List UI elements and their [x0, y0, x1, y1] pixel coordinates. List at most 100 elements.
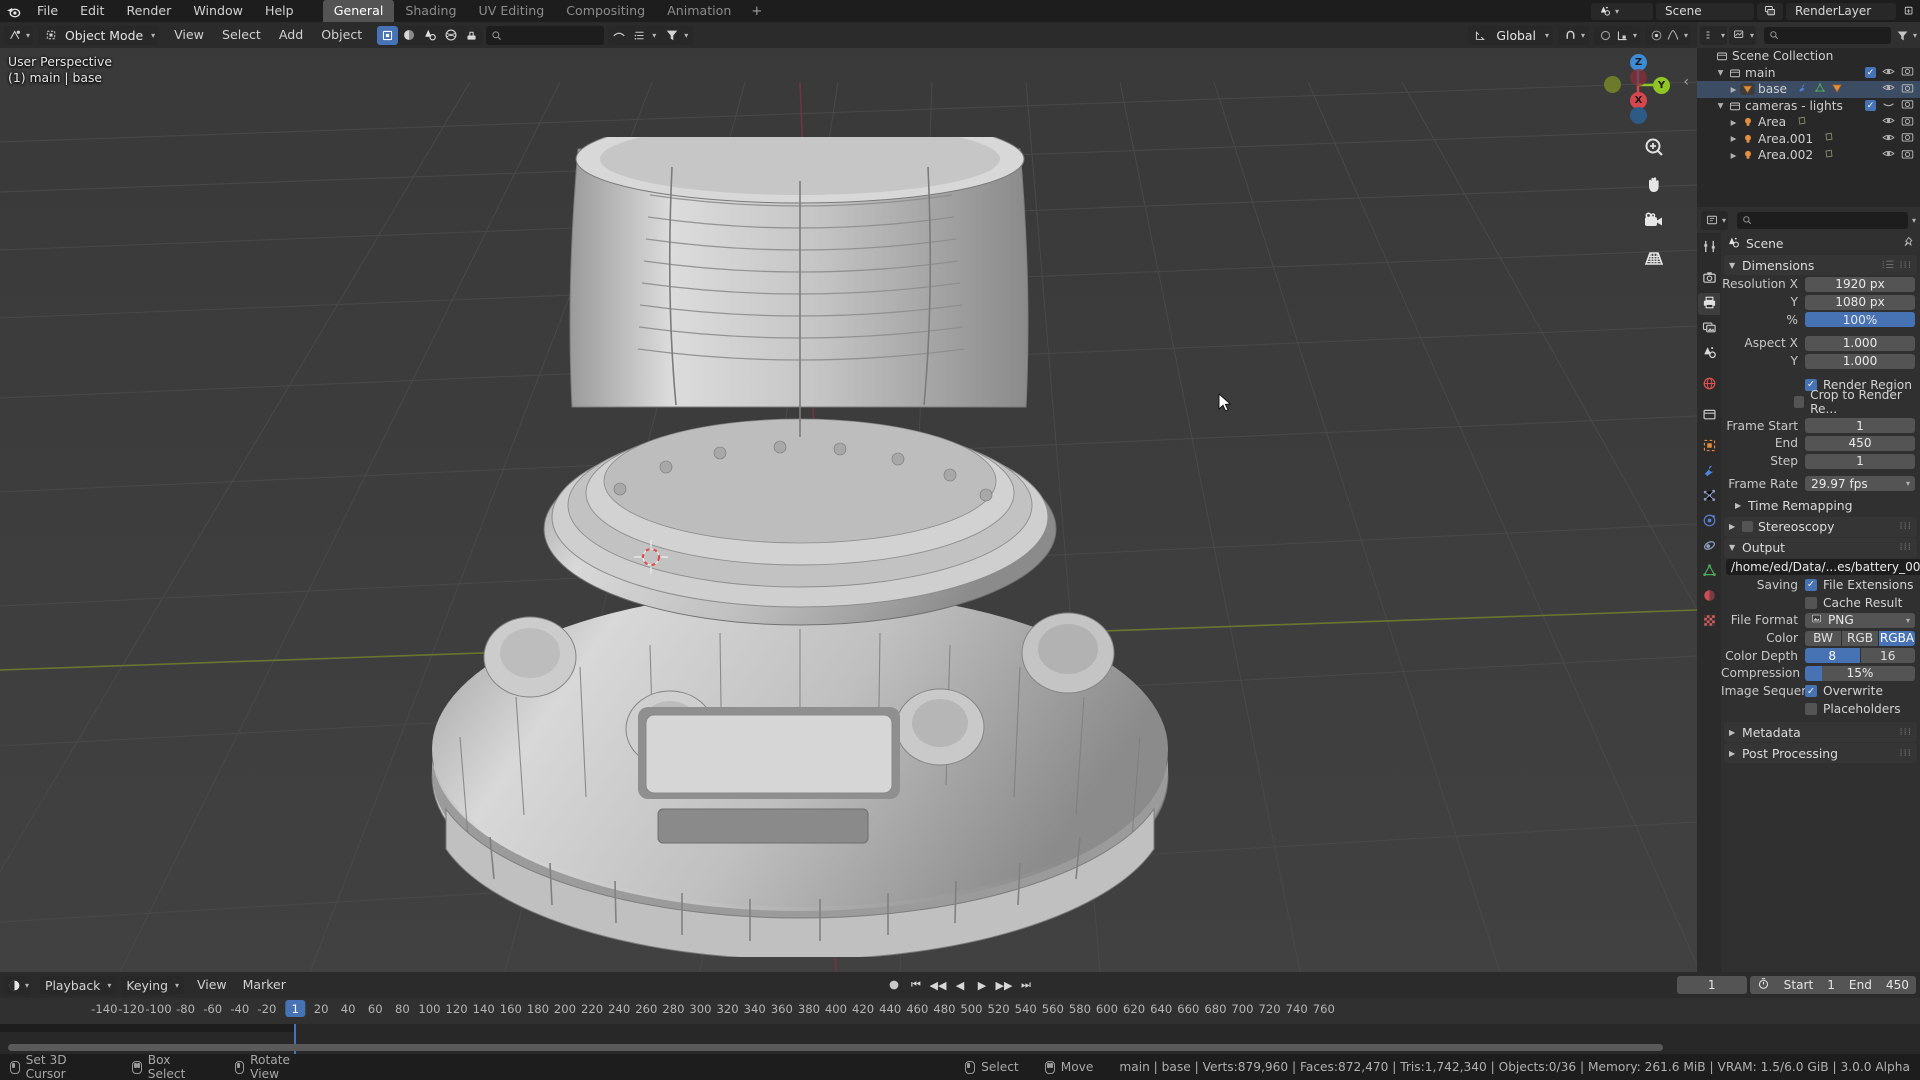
- properties-tab-view-layer[interactable]: [1698, 318, 1720, 340]
- outliner-row-main[interactable]: ▼ main ✓: [1697, 65, 1920, 82]
- eye-visibility-icon[interactable]: [1882, 115, 1895, 129]
- color-depth-option-16[interactable]: 16: [1860, 648, 1915, 664]
- play-reverse-icon[interactable]: ◀: [950, 976, 970, 995]
- editor-type-button[interactable]: ▾: [4, 25, 34, 45]
- output-panel-header[interactable]: ▼ Output ⁞⁞⁞: [1724, 537, 1917, 558]
- properties-tab-object[interactable]: [1698, 436, 1720, 458]
- play-icon[interactable]: ▶: [972, 976, 992, 995]
- output-path-input[interactable]: /home/ed/Data/...es/battery_001_: [1726, 559, 1920, 576]
- cache-result-checkbox[interactable]: [1805, 596, 1817, 609]
- outliner-row-area-002[interactable]: ▶ Area.002: [1697, 147, 1920, 164]
- panel-grip-icon[interactable]: ⁞⁞⁞: [1899, 748, 1912, 759]
- auto-key-timer-icon[interactable]: [1757, 977, 1770, 993]
- topbar-menu-window[interactable]: Window: [182, 0, 254, 22]
- viewport-search-input[interactable]: [486, 25, 605, 45]
- eye-visibility-icon[interactable]: [1882, 82, 1895, 96]
- topbar-menu-edit[interactable]: Edit: [69, 0, 115, 22]
- view-layer-name-field[interactable]: RenderLayer: [1786, 2, 1896, 20]
- properties-tab-strip[interactable]: [1697, 233, 1721, 972]
- timeline-view-menu[interactable]: View: [189, 974, 235, 996]
- 3d-viewport[interactable]: ▾ Object Mode ▾ View Select Add Object ▾…: [0, 22, 1697, 972]
- shading-texture-paint-button[interactable]: [461, 26, 482, 45]
- frame-rate-dropdown[interactable]: 29.97 fps ▾: [1805, 476, 1915, 492]
- timeline-marker-menu[interactable]: Marker: [235, 974, 294, 996]
- properties-tab-modifiers[interactable]: [1698, 461, 1720, 483]
- field-value-input[interactable]: 1.000: [1805, 335, 1915, 351]
- disclosure-triangle-icon[interactable]: ▼: [1714, 101, 1727, 110]
- perspective-toggle-icon[interactable]: [1641, 245, 1667, 271]
- stereoscopy-panel-header[interactable]: ▶ Stereoscopy ⁞⁞⁞: [1724, 516, 1917, 537]
- eye-visibility-icon[interactable]: [1882, 99, 1895, 113]
- properties-editor-type-button[interactable]: ▾: [1701, 210, 1729, 230]
- workspace-tab-general[interactable]: General: [322, 0, 395, 22]
- timeline-ruler[interactable]: -140 -120 -100 -80 -60 -40 -20 20 40 60 80 100 120 14…: [0, 998, 1920, 1024]
- viewport-menu-object[interactable]: Object: [312, 24, 371, 46]
- pan-hand-icon[interactable]: [1641, 171, 1667, 197]
- outliner-row-data-icons[interactable]: [1797, 82, 1843, 97]
- outliner-row-data-icons[interactable]: [1796, 115, 1808, 130]
- outliner-search-input[interactable]: [1764, 26, 1891, 44]
- eye-visibility-icon[interactable]: [1882, 148, 1895, 162]
- camera-render-visibility-icon[interactable]: [1901, 115, 1914, 130]
- viewport-menu-select[interactable]: Select: [213, 24, 270, 46]
- field-value-input[interactable]: 1: [1805, 453, 1915, 469]
- outliner-row-base[interactable]: ▶ base: [1697, 81, 1920, 98]
- sidebar-expand-icon[interactable]: ‹: [1683, 74, 1689, 90]
- properties-tab-object-data[interactable]: [1698, 561, 1720, 583]
- shading-solid-button[interactable]: [377, 25, 399, 45]
- properties-tab-constraints[interactable]: [1698, 536, 1720, 558]
- camera-view-icon[interactable]: [1641, 208, 1667, 234]
- field-value-input[interactable]: 450: [1805, 435, 1915, 451]
- field-value-input[interactable]: 1.000: [1805, 353, 1915, 369]
- outliner-exclude-checkbox[interactable]: ✓: [1865, 100, 1876, 112]
- camera-render-visibility-icon[interactable]: [1901, 148, 1914, 163]
- timeline-track[interactable]: [0, 1024, 1920, 1054]
- modifier-icon[interactable]: [1797, 82, 1809, 97]
- mesh-object-icon[interactable]: [1831, 82, 1843, 97]
- viewport-menu-add[interactable]: Add: [270, 24, 312, 46]
- field-value-input[interactable]: 100%: [1805, 312, 1915, 328]
- outliner-row-data-icons[interactable]: [1823, 131, 1835, 146]
- add-workspace-button[interactable]: +: [742, 4, 771, 19]
- outliner-filter-button[interactable]: [629, 26, 650, 45]
- topbar-menu-file[interactable]: File: [26, 0, 69, 22]
- file-extensions-checkbox[interactable]: ✓: [1805, 578, 1817, 591]
- camera-render-visibility-icon[interactable]: [1901, 65, 1914, 80]
- start-end-frame-field[interactable]: Start 1 End 450: [1749, 976, 1916, 994]
- properties-tab-scene[interactable]: [1698, 343, 1720, 365]
- color-depth-option-8[interactable]: 8: [1805, 648, 1860, 664]
- light-data-icon[interactable]: [1796, 115, 1808, 130]
- scene-selector[interactable]: ▾: [1591, 2, 1653, 20]
- outliner-tree[interactable]: Scene Collection ▼ main ✓ ▶ base ▼ cameras - li…: [1697, 48, 1920, 207]
- field-value-input[interactable]: 1080 px: [1805, 294, 1915, 310]
- gizmo-axis-neg-x[interactable]: [1630, 69, 1647, 86]
- next-keyframe-icon[interactable]: ▶▶: [994, 976, 1014, 995]
- color-depth-segmented-control[interactable]: 8 16: [1805, 648, 1915, 664]
- overwrite-checkbox[interactable]: ✓: [1805, 685, 1817, 698]
- dimensions-panel-header[interactable]: ▼ Dimensions ⦙☰ ⁞⁞⁞: [1724, 255, 1917, 275]
- pin-icon[interactable]: [1902, 236, 1914, 251]
- crop-to-render-region-checkbox[interactable]: [1793, 396, 1805, 409]
- topbar-menu-render[interactable]: Render: [115, 0, 182, 22]
- properties-tab-output[interactable]: [1698, 293, 1720, 315]
- workspace-tab-compositing[interactable]: Compositing: [555, 0, 656, 22]
- properties-tab-world[interactable]: [1698, 374, 1720, 396]
- eye-visibility-icon[interactable]: [1882, 66, 1895, 80]
- post-processing-panel-header[interactable]: ▶ Post Processing ⁞⁞⁞: [1724, 743, 1917, 763]
- playback-menu[interactable]: Playback ▾: [40, 975, 117, 995]
- workspace-tab-uv-editing[interactable]: UV Editing: [468, 0, 556, 22]
- properties-search-input[interactable]: [1737, 211, 1908, 229]
- record-icon[interactable]: [884, 976, 904, 995]
- time-remapping-panel-header[interactable]: ▶ Time Remapping: [1721, 496, 1920, 516]
- outliner-editor-type-button[interactable]: ▾: [1700, 25, 1728, 45]
- timeline-scrollbar[interactable]: [8, 1044, 1663, 1051]
- color-option-rgba[interactable]: RGBA: [1879, 630, 1915, 646]
- disclosure-triangle-icon[interactable]: ▶: [1727, 151, 1740, 160]
- shading-material-preview-button[interactable]: [419, 26, 440, 45]
- new-view-layer-button[interactable]: [1900, 4, 1917, 19]
- disclosure-triangle-icon[interactable]: ▼: [1714, 68, 1727, 77]
- camera-render-visibility-icon[interactable]: [1901, 98, 1914, 113]
- timeline-playhead[interactable]: 1: [285, 1000, 306, 1017]
- timeline-editor[interactable]: ▾ Playback ▾ Keying ▾ View Marker ⏮ ◀◀ ◀…: [0, 972, 1920, 1054]
- light-data-icon[interactable]: [1823, 148, 1835, 163]
